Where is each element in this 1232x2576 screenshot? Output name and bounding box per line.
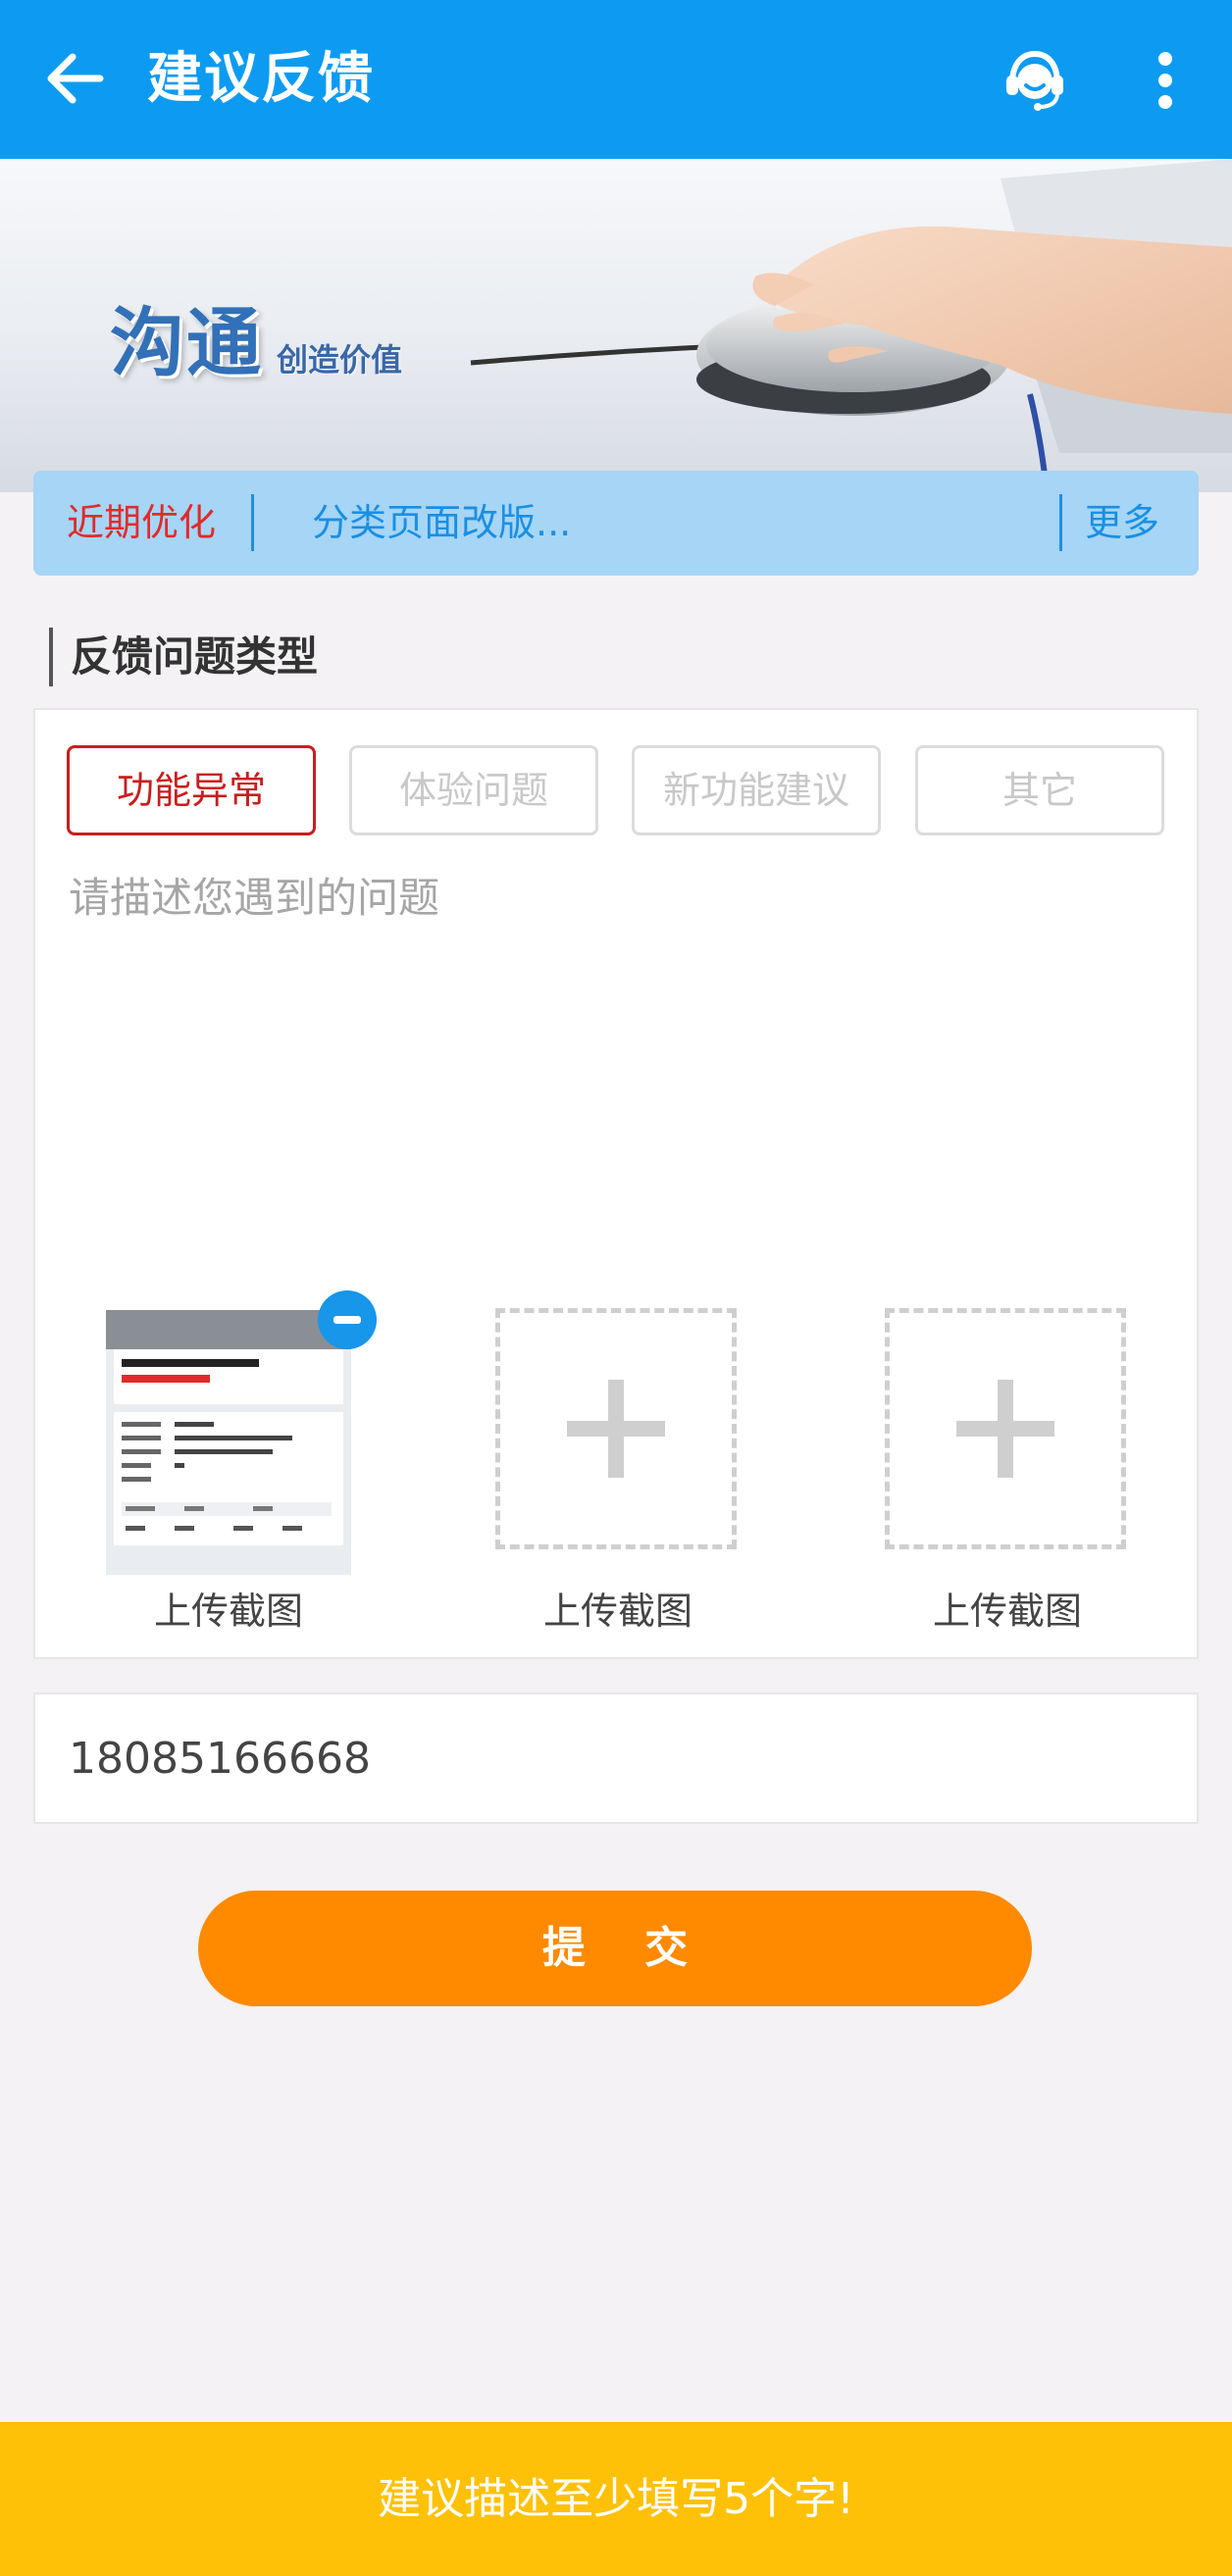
banner-subline: 创造价值: [277, 341, 403, 379]
screenshot-preview-image: [106, 1310, 351, 1575]
upload-box[interactable]: [885, 1308, 1126, 1549]
upload-label: 上传截图: [153, 1590, 303, 1633]
notice-divider: [1059, 494, 1062, 551]
notice-bar[interactable]: 近期优化 分类页面改版... 更多: [33, 471, 1199, 576]
submit-button[interactable]: 提 交: [198, 1891, 1032, 2006]
top-bar: 建议反馈: [0, 0, 1232, 159]
notice-divider: [251, 494, 254, 551]
contact-field: [33, 1692, 1199, 1824]
phone-input[interactable]: [69, 1694, 1148, 1822]
notice-tag: 近期优化: [67, 501, 217, 544]
page-title: 建议反馈: [147, 47, 375, 111]
minus-icon: [334, 1316, 361, 1324]
type-option-function-error[interactable]: 功能异常: [67, 745, 316, 835]
type-option-experience[interactable]: 体验问题: [349, 745, 598, 835]
uploaded-screenshot-thumbnail[interactable]: [106, 1310, 351, 1575]
more-menu-button[interactable]: [1138, 39, 1193, 122]
remove-screenshot-button[interactable]: [318, 1290, 377, 1349]
upload-label: 上传截图: [932, 1590, 1082, 1633]
notice-text[interactable]: 分类页面改版...: [312, 471, 571, 576]
banner-headline: 沟通: [110, 299, 263, 386]
back-button[interactable]: [35, 39, 114, 118]
upload-label: 上传截图: [542, 1590, 693, 1633]
upload-slot[interactable]: [495, 1308, 741, 1549]
customer-service-button[interactable]: [991, 39, 1079, 122]
more-vertical-icon: [1158, 52, 1172, 109]
validation-toast: 建议描述至少填写5个字!: [0, 2422, 1232, 2576]
upload-box[interactable]: [495, 1308, 737, 1549]
notice-more-link[interactable]: 更多: [1085, 471, 1159, 576]
plus-icon: [567, 1380, 665, 1478]
section-title: 反馈问题类型: [49, 628, 318, 686]
upload-slot[interactable]: [885, 1308, 1130, 1549]
description-input[interactable]: [69, 865, 1157, 1159]
arrow-left-icon: [47, 53, 104, 104]
plus-icon: [956, 1380, 1054, 1478]
feedback-card: 功能异常 体验问题 新功能建议 其它 请描述您遇到的问题 上传截图 上传截图 上…: [33, 708, 1199, 1659]
banner-slogan: 沟通 创造价值: [110, 282, 402, 390]
banner[interactable]: 沟通 创造价值: [0, 159, 1232, 492]
feedback-screen: 建议反馈 沟通 创造价值 近期优化 分类页面改版... 更多 反馈问题类型 功能…: [0, 0, 1232, 2576]
type-option-new-feature[interactable]: 新功能建议: [632, 745, 881, 835]
headset-icon: [1006, 50, 1063, 111]
type-option-other[interactable]: 其它: [915, 745, 1164, 835]
